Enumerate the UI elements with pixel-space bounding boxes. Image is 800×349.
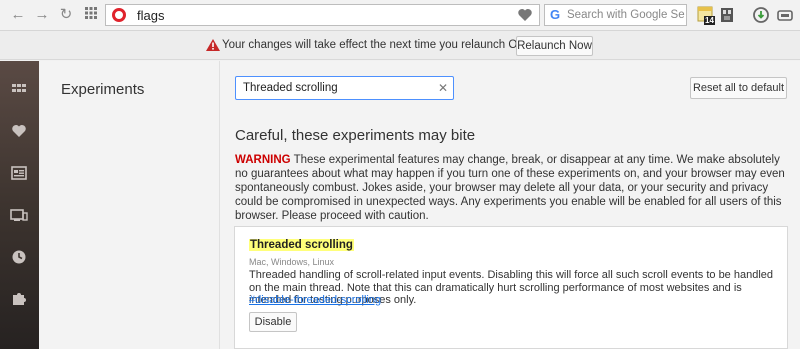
sidebar-extensions-icon[interactable] <box>9 289 29 309</box>
experiment-platforms: Mac, Windows, Linux <box>249 257 335 267</box>
sidebar-tabs-icon[interactable] <box>9 205 29 225</box>
warning-label: WARNING <box>235 154 291 166</box>
experiment-anchor-link[interactable]: #disable-threaded-scrolling <box>249 294 381 306</box>
sidebar <box>0 61 39 349</box>
update-icon[interactable] <box>752 5 770 25</box>
sidebar-speed-dial-icon[interactable] <box>9 79 29 99</box>
relaunch-notice-bar: Your changes will take effect the next t… <box>0 31 800 60</box>
experiments-nav: Experiments <box>39 61 220 349</box>
clear-search-icon[interactable]: ✕ <box>438 81 448 95</box>
reload-icon[interactable]: ↻ <box>58 7 74 23</box>
browser-toolbar: ← → ↻ flags G Search with Google Se 14 <box>0 0 800 31</box>
sidebar-history-icon[interactable] <box>9 247 29 267</box>
page-title: Experiments <box>61 81 145 98</box>
experiments-search-input[interactable]: Threaded scrolling ✕ <box>235 76 454 100</box>
extension-tool-icon[interactable] <box>718 5 736 25</box>
warning-paragraph: WARNING These experimental features may … <box>235 153 790 223</box>
warning-icon <box>206 39 220 51</box>
address-text: flags <box>137 8 165 23</box>
experiment-card: Threaded scrolling Mac, Windows, Linux T… <box>234 226 788 349</box>
main-content: Threaded scrolling ✕ Reset all to defaul… <box>220 61 800 349</box>
back-icon[interactable]: ← <box>10 7 26 23</box>
speed-dial-icon[interactable] <box>83 7 99 23</box>
sidebar-bookmarks-icon[interactable] <box>9 121 29 141</box>
experiment-title: Threaded scrolling <box>249 239 354 251</box>
disable-button[interactable]: Disable <box>249 312 297 332</box>
search-value: Threaded scrolling <box>243 82 338 94</box>
warning-text: These experimental features may change, … <box>235 154 785 222</box>
forward-icon[interactable]: → <box>34 7 50 23</box>
search-input[interactable]: G Search with Google Se <box>544 4 687 26</box>
google-icon: G <box>550 7 561 22</box>
extension-badge: 14 <box>705 16 714 25</box>
address-bar[interactable]: flags <box>105 4 540 26</box>
relaunch-now-button[interactable]: Relaunch Now <box>516 36 593 56</box>
warning-heading: Careful, these experiments may bite <box>235 127 476 144</box>
sidebar-news-icon[interactable] <box>9 163 29 183</box>
notice-message: Your changes will take effect the next t… <box>222 39 544 51</box>
bookmark-heart-icon[interactable] <box>515 5 535 25</box>
opera-logo-icon <box>112 8 126 22</box>
reset-all-button[interactable]: Reset all to default <box>690 77 787 99</box>
search-placeholder: Search with Google Se <box>567 9 685 21</box>
vpn-icon[interactable] <box>776 5 794 25</box>
extension-calendar-icon[interactable]: 14 <box>697 5 715 25</box>
